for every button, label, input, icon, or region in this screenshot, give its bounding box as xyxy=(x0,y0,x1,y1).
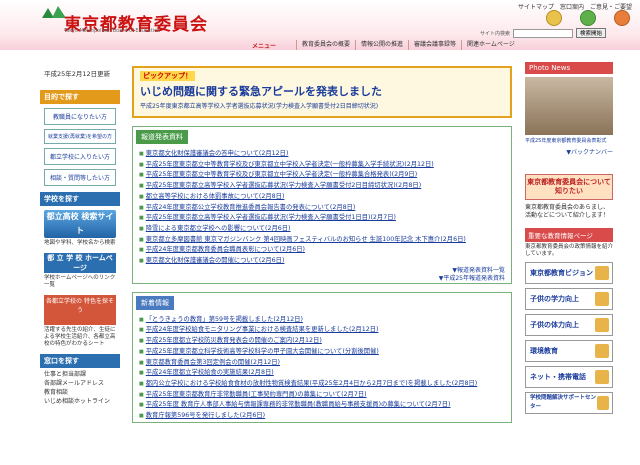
pickup-sub-link[interactable]: 平成25年度東京都立高等学校入学者選抜応募状況(学力検査入学願書受付2日目締切状… xyxy=(140,101,504,110)
top-icons xyxy=(546,10,630,26)
physical-icon xyxy=(595,318,609,332)
press-item[interactable]: 平成25年度東京都立中等教育学校及び東京都立中学校入学者決定(一般枠募集入学手続… xyxy=(139,160,505,171)
purpose-btn-teacher[interactable]: 教職員になりたい方 xyxy=(44,108,116,125)
important-info-text: 東京都教育委員会の政策情報を紹介しています。 xyxy=(525,244,614,257)
photo-news-image[interactable] xyxy=(525,77,613,135)
school-head: 学校を探す xyxy=(40,192,120,206)
pickup-box: ピックアップ！ いじめ問題に関する緊急アピールを発表しました 平成25年度東京都… xyxy=(132,66,512,118)
global-nav: 教育委員会の概要 情報公開の推進 審議会議事録等 関連ホームページ xyxy=(296,40,640,50)
press-item[interactable]: 東京都立多摩図書館 東京マガジンバンク 第4回映画フェスティバルのお知らせ 生誕… xyxy=(139,235,505,246)
press-item[interactable]: 降雪による東京都立学校への影響について(2月6日) xyxy=(139,224,505,235)
vision-button[interactable]: 東京都教育ビジョン xyxy=(525,262,613,284)
press-item[interactable]: 平成24年度東京都公立学校教育推進委員会報告書の発表について(2月8日) xyxy=(139,203,505,214)
news-item[interactable]: 都内公立学校における学校給食食材の放射性物質検査結果(平成25年2月4日から2月… xyxy=(139,379,505,390)
window-icon[interactable] xyxy=(580,10,596,26)
news-item[interactable]: 平成24年度都立学校給食の実施結果(2月8日) xyxy=(139,368,505,379)
net-phone-button[interactable]: ネット・携帯電話 xyxy=(525,366,613,388)
news-item[interactable]: 教育庁報第596号を発行しました(2月6日) xyxy=(139,411,505,422)
press-list: 東京都文化財保護審議会の答申について(2月12日)平成25年度東京都立中等教育学… xyxy=(133,149,511,267)
physical-button[interactable]: 子供の体力向上 xyxy=(525,314,613,336)
net-phone-label: ネット・携帯電話 xyxy=(530,372,586,381)
vision-icon xyxy=(595,266,609,280)
nav-item-related[interactable]: 関連ホームページ xyxy=(461,40,520,50)
net-phone-icon xyxy=(595,370,609,384)
school-feature-banner[interactable]: 各都立学校の 特色を探そう xyxy=(44,295,116,325)
academic-button[interactable]: 子供の学力向上 xyxy=(525,288,613,310)
search-input[interactable] xyxy=(513,28,574,38)
photo-news-caption[interactable]: 平成25年度東京都教育委員会表彰式 xyxy=(525,138,613,145)
update-date: 平成25年2月12日更新 xyxy=(44,70,111,78)
nav-item-overview[interactable]: 教育委員会の概要 xyxy=(296,40,355,50)
search-label: サイト内検索 xyxy=(480,30,511,37)
vision-label: 東京都教育ビジョン xyxy=(530,268,593,277)
press-item[interactable]: 平成24年度東京都教育委員会職員表彰について(2月6日) xyxy=(139,245,505,256)
environment-icon xyxy=(595,344,609,358)
physical-label: 子供の体力向上 xyxy=(530,320,579,329)
news-head: 新着情報 xyxy=(136,295,174,310)
news-item[interactable]: 東京都教育委員会第3回定例会の開催(2月12日) xyxy=(139,358,505,369)
left-sidebar: 目的で探す 教職員になりたい方 就業支援(再就業)を希望の方 都立学校に入りたい… xyxy=(40,90,120,408)
school-hp-desc: 学校ホームページへのリンク一覧 xyxy=(44,275,116,288)
press-item[interactable]: 平成25年度東京都立中等教育学校及び東京都立中学校入学者決定(一般枠募集合格発表… xyxy=(139,170,505,181)
press-year-link[interactable]: ▼平成25年報道発表資料 xyxy=(133,275,511,283)
mado-links: 仕事と担当部課 各部課メールアドレス 教育相談 いじめ相談ホットライン xyxy=(44,370,116,406)
environment-button[interactable]: 環境教育 xyxy=(525,340,613,362)
press-box: 報道発表資料 東京都文化財保護審議会の答申について(2月12日)平成25年度東京… xyxy=(132,126,512,284)
news-item[interactable]: 平成25年度東京都立科学技術高等学校科学の甲子園大会開催について(分割後開催) xyxy=(139,347,505,358)
mado-link[interactable]: 仕事と担当部課 xyxy=(44,370,116,379)
about-board-banner[interactable]: 東京都教育委員会について知りたい xyxy=(525,174,613,200)
environment-label: 環境教育 xyxy=(530,346,558,355)
news-item[interactable]: 平成25年度 教育庁人事部人事給与情報課専務的非常勤職員(教職員給与事務支援員)… xyxy=(139,400,505,411)
news-item[interactable]: 平成25年度都立学校防災教育発表会の開催のご案内(2月12日) xyxy=(139,336,505,347)
sitemap-icon[interactable] xyxy=(546,10,562,26)
news-list: 「とうきょうの教育」第59号を掲載しました(2月12日)平成24年度学校給食モニ… xyxy=(133,315,511,422)
press-item[interactable]: 東京都文化財保護審議会の開催について(2月6日) xyxy=(139,256,505,267)
press-item[interactable]: 東京都文化財保護審議会の答申について(2月12日) xyxy=(139,149,505,160)
pickup-label: ピックアップ！ xyxy=(140,71,195,81)
search-area: サイト内検索 検索開始 xyxy=(480,28,607,38)
school-search-desc: 地図や学科、学校名から検索 xyxy=(44,240,116,246)
news-item[interactable]: 「とうきょうの教育」第59号を掲載しました(2月12日) xyxy=(139,315,505,326)
mado-head: 窓口を探す xyxy=(40,354,120,368)
school-feature-desc: 活躍する先生の紹介、生徒による学校生活紹介、各都立高校の特色がわかるシート xyxy=(44,327,116,347)
purpose-btn-job[interactable]: 就業支援(再就業)を希望の方 xyxy=(44,129,116,144)
search-button[interactable]: 検索開始 xyxy=(576,28,607,38)
press-head: 報道発表資料 xyxy=(136,130,188,144)
feedback-icon[interactable] xyxy=(614,10,630,26)
site-subtitle: Tokyo Metropolitan Board of Education xyxy=(64,28,161,34)
school-search-banner[interactable]: 都立高校 検索サイト xyxy=(44,210,116,238)
press-item[interactable]: 平成25年度東京都立高等学校入学者選抜応募状況(学力検査入学願書受付2日目締切状… xyxy=(139,181,505,192)
mado-link[interactable]: 教育相談 xyxy=(44,388,116,397)
news-item[interactable]: 平成25年度東京都教育庁非常勤職員(工事契約専門員)の募集について(2月7日) xyxy=(139,390,505,401)
important-info-head: 重要な教育情報ページ xyxy=(525,228,613,242)
news-box: 新着情報 「とうきょうの教育」第59号を掲載しました(2月12日)平成24年度学… xyxy=(132,291,512,423)
nav-item-disclosure[interactable]: 情報公開の推進 xyxy=(355,40,408,50)
press-more-link[interactable]: ▼報道発表資料一覧 xyxy=(133,267,511,275)
photo-news-head: Photo News xyxy=(525,62,613,74)
academic-label: 子供の学力向上 xyxy=(530,294,579,303)
news-item[interactable]: 平成24年度学校給食モニタリング事業における検査結果を更新しました(2月12日) xyxy=(139,325,505,336)
purpose-head: 目的で探す xyxy=(40,90,120,104)
support-center-button[interactable]: 学校問題解決サポートセンター xyxy=(525,392,613,414)
academic-icon xyxy=(595,292,609,306)
about-board-text: 東京都教育委員会のあらまし、活動などについて紹介します！ xyxy=(525,204,610,219)
purpose-btn-consult[interactable]: 相談・質問等したい方 xyxy=(44,169,116,186)
mado-link[interactable]: いじめ相談ホットライン xyxy=(44,397,116,406)
menu-label: メニュー xyxy=(252,43,277,50)
support-center-label: 学校問題解決サポートセンター xyxy=(530,395,597,410)
nav-item-minutes[interactable]: 審議会議事録等 xyxy=(408,40,461,50)
press-item[interactable]: 平成25年度東京都立高等学校入学者選抜応募状況(学力検査入学願書受付1日目)(2… xyxy=(139,213,505,224)
purpose-btn-admission[interactable]: 都立学校に入りたい方 xyxy=(44,148,116,165)
mado-link[interactable]: 各部課メールアドレス xyxy=(44,379,116,388)
right-sidebar: Photo News 平成25年度東京都教育委員会表彰式 ▼バックナンバー 東京… xyxy=(525,62,613,414)
press-item[interactable]: 都立高等学校における体罰事故について(2月8日) xyxy=(139,192,505,203)
main-content: ピックアップ！ いじめ問題に関する緊急アピールを発表しました 平成25年度東京都… xyxy=(132,66,512,423)
school-hp-banner[interactable]: 都 立 学 校 ホームページ xyxy=(44,253,116,273)
support-center-icon xyxy=(596,396,609,410)
back-number-link[interactable]: ▼バックナンバー xyxy=(525,147,613,156)
pickup-main-link[interactable]: いじめ問題に関する緊急アピールを発表しました xyxy=(140,83,504,99)
